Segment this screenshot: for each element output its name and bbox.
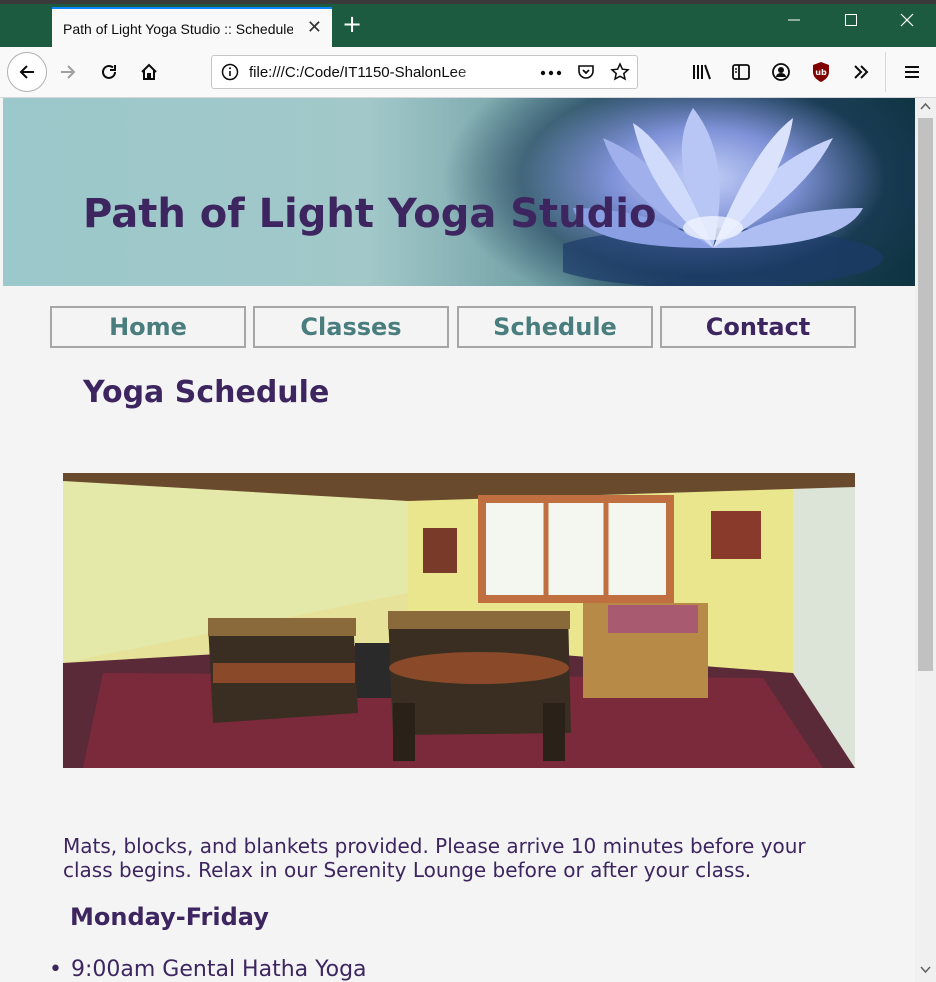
ublock-shield-icon: ub xyxy=(813,62,829,82)
lounge-room-illustration xyxy=(63,473,855,768)
site-title: Path of Light Yoga Studio xyxy=(83,191,657,237)
minimize-button[interactable] xyxy=(787,12,801,31)
info-icon[interactable] xyxy=(221,63,239,81)
vertical-scrollbar[interactable] xyxy=(915,98,936,982)
page-viewport[interactable]: Path of Light Yoga Studio Home Classes S… xyxy=(3,98,915,982)
ublock-button[interactable]: ub xyxy=(805,56,837,88)
back-arrow-icon xyxy=(19,65,34,79)
home-icon xyxy=(141,63,157,80)
browser-toolbar: file:///C:/Code/IT1150-ShalonLee ub xyxy=(0,47,936,98)
maximize-button[interactable] xyxy=(844,12,858,31)
account-button[interactable] xyxy=(765,56,797,88)
page-actions-icon[interactable] xyxy=(540,70,562,76)
close-window-button[interactable] xyxy=(900,12,914,31)
scroll-up-icon[interactable] xyxy=(920,102,931,110)
intro-paragraph: Mats, blocks, and blankets provided. Ple… xyxy=(63,834,806,882)
url-bar[interactable]: file:///C:/Code/IT1150-ShalonLee xyxy=(211,55,638,89)
close-icon xyxy=(900,13,914,27)
scrollbar-thumb[interactable] xyxy=(918,118,933,671)
schedule-item-text: 9:00am Gental Hatha Yoga xyxy=(71,957,367,982)
back-button[interactable] xyxy=(7,52,47,92)
account-icon xyxy=(772,63,790,81)
overflow-menu-button[interactable] xyxy=(845,56,877,88)
hamburger-menu-icon xyxy=(905,66,919,78)
toolbar-separator xyxy=(885,52,886,92)
section-heading: Monday-Friday xyxy=(70,903,269,931)
url-fade xyxy=(452,56,502,88)
library-icon xyxy=(693,64,711,80)
nav-classes[interactable]: Classes xyxy=(253,306,449,348)
bookmark-star-icon[interactable] xyxy=(610,62,630,82)
home-button[interactable] xyxy=(133,56,165,88)
new-tab-button[interactable]: + xyxy=(342,12,362,36)
forward-arrow-icon xyxy=(61,65,76,79)
tab-close-icon[interactable]: ✕ xyxy=(307,17,322,38)
library-button[interactable] xyxy=(686,56,718,88)
nav-schedule[interactable]: Schedule xyxy=(457,306,653,348)
maximize-icon xyxy=(845,14,857,26)
sidebar-button[interactable] xyxy=(725,56,757,88)
reload-button[interactable] xyxy=(93,56,125,88)
chevron-double-right-icon xyxy=(854,65,869,79)
schedule-list: • 9:00am Gental Hatha Yoga xyxy=(49,956,367,982)
nav-home[interactable]: Home xyxy=(50,306,246,348)
browser-tab[interactable]: Path of Light Yoga Studio :: Schedule ✕ xyxy=(52,7,332,47)
scroll-down-icon[interactable] xyxy=(920,966,931,974)
forward-button[interactable] xyxy=(52,56,84,88)
nav-contact[interactable]: Contact xyxy=(660,306,856,348)
reload-icon xyxy=(102,64,116,79)
minimize-icon xyxy=(788,19,800,21)
page-heading: Yoga Schedule xyxy=(83,375,330,410)
bullet-icon: • xyxy=(49,957,62,982)
site-header-banner: Path of Light Yoga Studio xyxy=(3,98,915,286)
pocket-icon[interactable] xyxy=(576,62,596,82)
list-item: • 9:00am Gental Hatha Yoga xyxy=(49,956,367,982)
main-menu-button[interactable] xyxy=(896,56,928,88)
svg-text:ub: ub xyxy=(815,68,827,77)
tab-bar: Path of Light Yoga Studio :: Schedule ✕ … xyxy=(0,4,936,47)
lounge-photo xyxy=(63,473,855,768)
sidebar-icon xyxy=(732,64,750,80)
tab-title: Path of Light Yoga Studio :: Schedule xyxy=(63,21,293,37)
